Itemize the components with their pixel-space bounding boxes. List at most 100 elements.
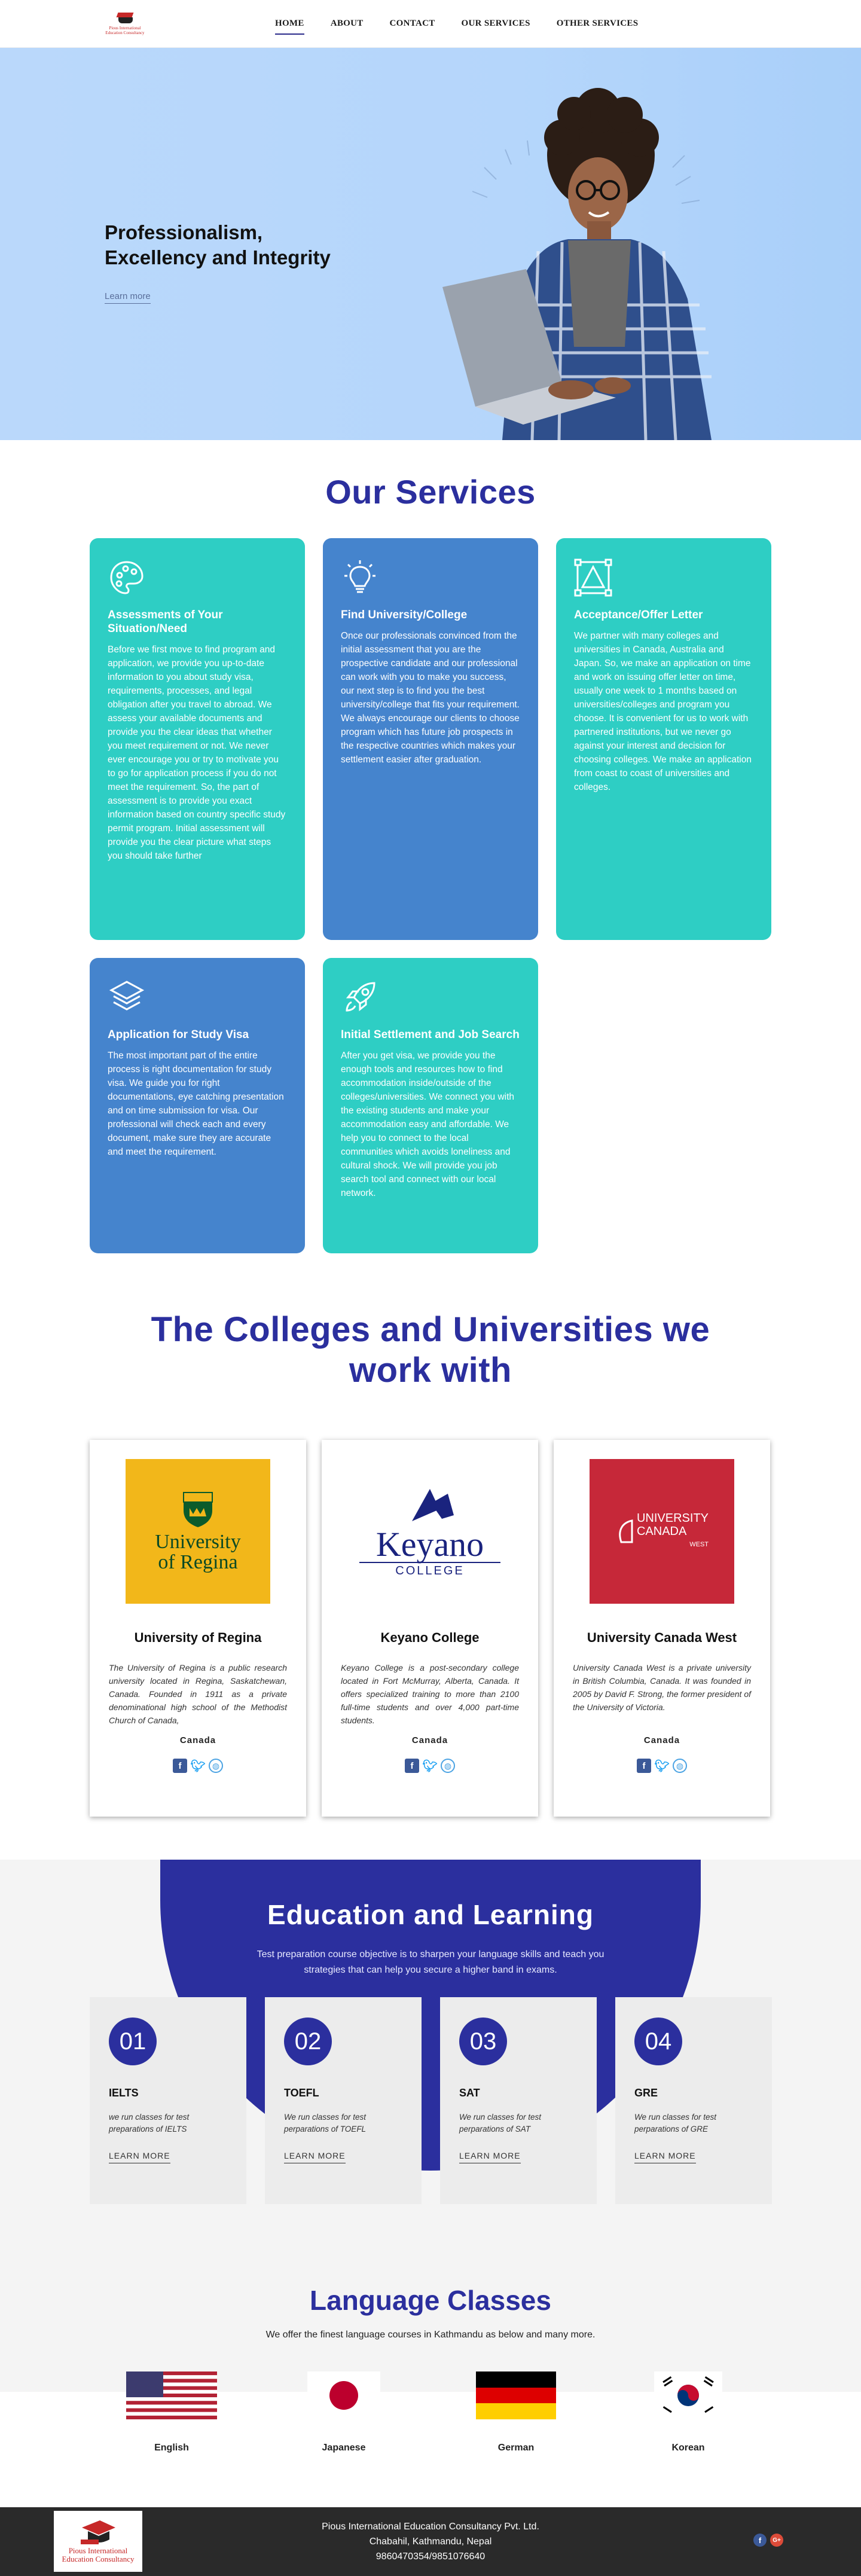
education-subtitle: Test preparation course objective is to … — [257, 1949, 604, 1975]
course-number: 04 — [634, 2018, 682, 2065]
lightbulb-icon — [344, 560, 375, 593]
nav-about[interactable]: ABOUT — [317, 0, 377, 48]
services-title: Our Services — [325, 473, 536, 511]
course-learn-more-link[interactable]: LEARN MORE — [284, 2151, 346, 2163]
nav-contact[interactable]: CONTACT — [377, 0, 448, 48]
service-card-title: Acceptance/Offer Letter — [574, 609, 703, 621]
service-card-study-visa: Application for Study Visa The most impo… — [90, 958, 305, 1253]
twitter-icon[interactable]: 🐦︎ — [190, 1759, 205, 1773]
course-learn-more-link[interactable]: LEARN MORE — [109, 2151, 170, 2163]
course-description: We run classes for test perparations of … — [459, 2113, 542, 2134]
colleges-title: The Colleges and Universities we work wi… — [151, 1310, 710, 1390]
facebook-icon[interactable]: f — [173, 1759, 187, 1773]
course-learn-more-link[interactable]: LEARN MORE — [459, 2151, 521, 2163]
college-country: Canada — [411, 1735, 448, 1745]
education-title: Education and Learning — [267, 1899, 594, 1930]
ucw-logo-line1: UNIVERSITY — [636, 1512, 709, 1525]
language-japanese: Japanese — [322, 2443, 366, 2453]
service-card-title: Initial Settlement and Job Search — [341, 1028, 520, 1041]
facebook-icon[interactable]: f — [405, 1759, 419, 1773]
ucw-emblem-icon — [619, 1519, 633, 1543]
course-description: we run classes for test preparations of … — [109, 2113, 190, 2134]
facebook-icon[interactable]: f — [753, 2534, 767, 2547]
nav-home[interactable]: HOME — [262, 0, 317, 48]
globe-icon[interactable]: ◍ — [673, 1759, 687, 1773]
course-description: We run classes for test perparations of … — [284, 2113, 367, 2134]
college-social-links: f 🐦︎ ◍ — [322, 1759, 538, 1773]
brand-logo[interactable]: Pious International Education Consultanc… — [100, 7, 149, 41]
service-card-text: After you get visa, we provide you the e… — [341, 1051, 515, 1198]
service-card-text: Once our professionals convinced from th… — [341, 631, 520, 765]
course-card-ielts: 01 IELTS we run classes for test prepara… — [90, 1997, 246, 2204]
course-card-gre: 04 GRE We run classes for test perparati… — [615, 1997, 772, 2204]
keyano-logo-line2: COLLEGE — [359, 1561, 500, 1578]
logo-line2: Education Consultancy — [105, 30, 145, 35]
graduation-cap-icon — [81, 2520, 115, 2544]
graduation-cap-icon — [114, 12, 136, 26]
regina-logo: University of Regina — [126, 1459, 270, 1604]
hero-heading-line1: Professionalism, — [105, 221, 263, 243]
ucw-logo-line3: WEST — [689, 1541, 709, 1548]
college-name: University Canada West — [587, 1630, 737, 1645]
regina-logo-line1: University — [155, 1531, 241, 1553]
footer-logo[interactable]: Pious International Education Consultanc… — [54, 2511, 142, 2572]
college-card-ucw: UNIVERSITY CANADA WEST University Canada… — [554, 1440, 770, 1817]
hero-learn-more-link[interactable]: Learn more — [105, 291, 151, 304]
course-learn-more-link[interactable]: LEARN MORE — [634, 2151, 696, 2163]
service-card-assessment: Assessments of Your Situation/Need Befor… — [90, 538, 305, 940]
course-name: SAT — [459, 2087, 480, 2099]
globe-icon[interactable]: ◍ — [441, 1759, 455, 1773]
service-card-settlement: Initial Settlement and Job Search After … — [323, 958, 538, 1253]
course-card-toefl: 02 TOEFL We run classes for test perpara… — [265, 1997, 422, 2204]
course-card-sat: 03 SAT We run classes for test perparati… — [440, 1997, 597, 2204]
college-social-links: f 🐦︎ ◍ — [554, 1759, 770, 1773]
nav-other-services[interactable]: OTHER SERVICES — [544, 0, 652, 48]
service-card-text: We partner with many colleges and univer… — [574, 631, 752, 792]
service-card-title: Find University/College — [341, 609, 468, 621]
college-description: The University of Regina is a public res… — [109, 1663, 287, 1725]
regina-crest-icon — [183, 1492, 213, 1527]
service-card-offer-letter: Acceptance/Offer Letter We partner with … — [556, 538, 771, 940]
globe-icon[interactable]: ◍ — [209, 1759, 223, 1773]
language-subtitle: We offer the finest language courses in … — [265, 2330, 596, 2340]
main-menu: HOME ABOUT CONTACT OUR SERVICES OTHER SE… — [262, 0, 651, 48]
college-name: University of Regina — [134, 1630, 262, 1645]
keyano-wing-icon — [412, 1488, 454, 1521]
ucw-logo-line2: CANADA — [636, 1525, 687, 1538]
facebook-icon[interactable]: f — [637, 1759, 651, 1773]
twitter-icon[interactable]: 🐦︎ — [422, 1759, 437, 1773]
college-country: Canada — [179, 1735, 216, 1745]
korea-flag-icon — [654, 2371, 722, 2419]
course-name: GRE — [634, 2087, 658, 2099]
rocket-icon — [346, 982, 375, 1012]
college-card-keyano: Keyano COLLEGE Keyano College Keyano Col… — [322, 1440, 538, 1817]
keyano-logo: Keyano COLLEGE — [358, 1459, 502, 1604]
page: Pious International Education Consultanc… — [0, 0, 861, 2576]
language-title: Language Classes — [310, 2285, 551, 2316]
college-social-links: f 🐦︎ ◍ — [90, 1759, 306, 1773]
hero-banner: Professionalism, Excellency and Integrit… — [0, 48, 861, 440]
course-number: 02 — [284, 2018, 332, 2065]
college-country: Canada — [643, 1735, 680, 1745]
footer-social-links: f G+ — [753, 2534, 783, 2547]
college-name: Keyano College — [380, 1630, 480, 1645]
course-number: 01 — [109, 2018, 157, 2065]
usa-flag-icon — [126, 2371, 217, 2419]
keyano-logo-line1: Keyano — [375, 1524, 484, 1564]
regina-logo-line2: of Regina — [158, 1551, 238, 1573]
ucw-logo: UNIVERSITY CANADA WEST — [590, 1459, 734, 1604]
course-description: We run classes for test perparations of … — [634, 2113, 717, 2134]
course-number: 03 — [459, 2018, 507, 2065]
service-card-title: Assessments of Your Situation/Need — [108, 609, 223, 635]
hero-heading: Professionalism, Excellency and Integrit… — [105, 220, 392, 270]
footer-logo-line2: Education Consultancy — [62, 2554, 135, 2563]
google-plus-icon[interactable]: G+ — [770, 2534, 783, 2547]
college-description: Keyano College is a post-secondary colle… — [341, 1663, 519, 1725]
top-nav: Pious International Education Consultanc… — [0, 0, 861, 48]
logo-line1: Pious International — [109, 25, 141, 30]
hero-student-image — [442, 88, 712, 440]
service-card-text: The most important part of the entire pr… — [108, 1051, 284, 1157]
twitter-icon[interactable]: 🐦︎ — [654, 1759, 669, 1773]
service-card-text: Before we first move to find program and… — [108, 645, 286, 861]
nav-our-services[interactable]: OUR SERVICES — [448, 0, 544, 48]
